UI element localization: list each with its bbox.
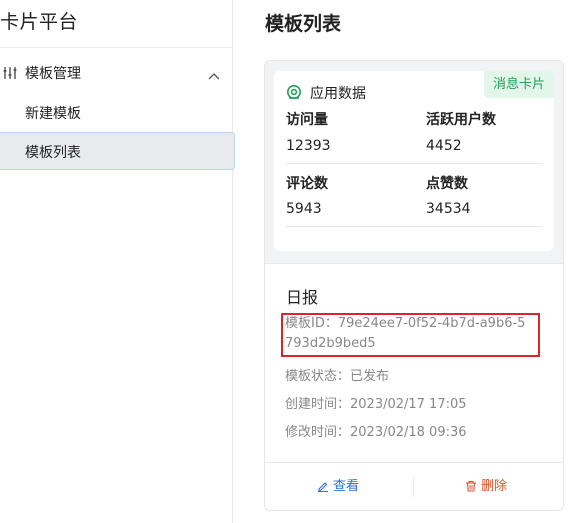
sidebar-item-template-list[interactable]: 模板列表 xyxy=(0,132,235,170)
stat-value-active-users: 4452 xyxy=(426,138,462,154)
menu-group-label: 模板管理 xyxy=(25,66,81,82)
trash-icon xyxy=(466,480,476,492)
sidebar-item-label: 模板列表 xyxy=(25,145,81,161)
view-button[interactable]: 查看 xyxy=(317,463,360,510)
stats-divider xyxy=(286,163,542,164)
menu-group-template-management[interactable]: 模板管理 xyxy=(0,54,233,90)
modified-time: 修改时间：2023/02/18 09:36 xyxy=(285,425,467,440)
stat-label-likes: 点赞数 xyxy=(426,176,468,192)
view-button-label: 查看 xyxy=(333,479,360,494)
stat-value-visits: 12393 xyxy=(286,138,331,154)
sliders-icon xyxy=(3,65,17,79)
message-card-preview: 消息卡片 应用数据 访问量 活跃用户数 12393 4452 评论数 点赞数 5… xyxy=(274,71,554,251)
card-preview-area: 消息卡片 应用数据 访问量 活跃用户数 12393 4452 评论数 点赞数 5… xyxy=(265,61,563,264)
card-actions: 查看 删除 xyxy=(265,462,563,510)
created-time: 创建时间：2023/02/17 17:05 xyxy=(285,397,467,412)
sidebar-item-new-template[interactable]: 新建模板 xyxy=(0,93,233,131)
card-details: 日报 模板ID：79e24ee7-0f52-4b7d-a9b6-5793d2b9… xyxy=(265,264,563,462)
sidebar-item-label: 新建模板 xyxy=(25,106,81,122)
app-data-label: 应用数据 xyxy=(310,86,366,102)
stats-divider xyxy=(286,226,542,227)
sidebar: 卡片平台 模板管理 新建模板 模板列表 xyxy=(0,0,235,523)
app-title: 卡片平台 xyxy=(0,11,79,33)
app-data-icon xyxy=(286,84,302,100)
stat-value-comments: 5943 xyxy=(286,201,322,217)
template-name: 日报 xyxy=(286,288,319,307)
delete-button-label: 删除 xyxy=(481,479,508,494)
template-status: 模板状态：已发布 xyxy=(285,369,390,384)
edit-icon xyxy=(318,482,328,493)
page-title: 模板列表 xyxy=(265,13,342,35)
delete-button[interactable]: 删除 xyxy=(465,463,508,510)
sidebar-divider xyxy=(0,47,233,48)
footer-divider xyxy=(413,477,414,497)
chevron-up-icon[interactable] xyxy=(207,66,221,80)
template-card: 消息卡片 应用数据 访问量 活跃用户数 12393 4452 评论数 点赞数 5… xyxy=(264,60,564,511)
stat-label-visits: 访问量 xyxy=(286,112,328,128)
stat-value-likes: 34534 xyxy=(426,201,471,217)
template-id-highlight xyxy=(281,313,540,357)
stat-label-active-users: 活跃用户数 xyxy=(426,112,496,128)
stat-label-comments: 评论数 xyxy=(286,176,328,192)
message-card-badge: 消息卡片 xyxy=(483,71,554,98)
